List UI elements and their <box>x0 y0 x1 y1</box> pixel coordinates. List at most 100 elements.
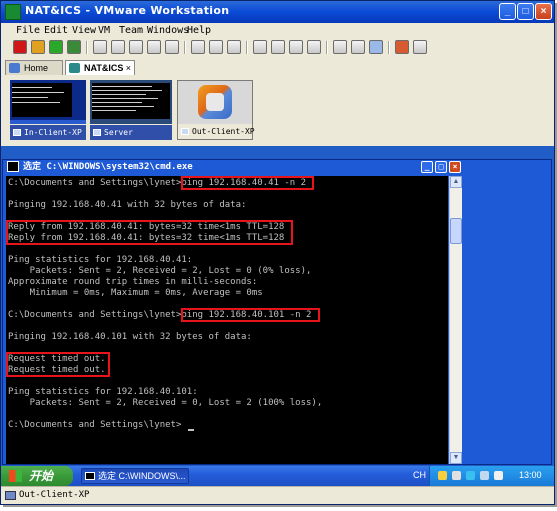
thumbnail-server[interactable]: Server <box>90 80 172 140</box>
cmd-icon <box>7 161 19 172</box>
window-shadow <box>3 505 557 507</box>
team-thumbnails: In-Client-XP Server Out-Client-XP <box>1 76 554 146</box>
menu-edit[interactable]: Edit <box>44 25 68 36</box>
revert-snapshot-icon[interactable] <box>111 40 125 54</box>
team-icon[interactable] <box>165 40 179 54</box>
menu-view[interactable]: View <box>72 25 96 36</box>
tab-home-label: Home <box>24 63 49 73</box>
thumbnail-label: Server <box>104 128 133 137</box>
status-text: Out-Client-XP <box>19 490 90 500</box>
console-output[interactable]: C:\Documents and Settings\lynet>ping 192… <box>6 176 448 464</box>
console-line: Minimum = 0ms, Maximum = 0ms, Average = … <box>8 288 263 298</box>
taskbar-cmd-task[interactable]: 选定 C:\WINDOWS\... <box>81 468 189 484</box>
tab-home[interactable]: Home <box>5 60 63 75</box>
window-title: NAT&ICS - VMware Workstation <box>25 4 230 17</box>
capture-icon[interactable] <box>191 40 205 54</box>
console-line: C:\Documents and Settings\lynet> <box>8 420 182 430</box>
scroll-thumb[interactable] <box>450 218 462 244</box>
cmd-titlebar[interactable]: 选定 C:\WINDOWS\system32\cmd.exe _ □ × <box>3 160 551 175</box>
thumbnail-label: In-Client-XP <box>24 128 82 137</box>
vmware-app-icon <box>5 4 21 20</box>
scroll-up-icon[interactable]: ▲ <box>450 176 462 188</box>
cmd-minimize-button[interactable]: _ <box>421 161 433 173</box>
window-titlebar[interactable]: NAT&ICS - VMware Workstation _ □ × <box>1 1 554 23</box>
thumbnail-view-icon[interactable] <box>369 40 383 54</box>
console-line: Ping statistics for 192.168.40.101: <box>8 387 198 397</box>
snapshot-manager-icon[interactable] <box>129 40 143 54</box>
console-line: Pinging 192.168.40.101 with 32 bytes of … <box>8 332 252 342</box>
menu-vm[interactable]: VM <box>98 25 110 36</box>
thumbnail-in-client-xp[interactable]: In-Client-XP <box>10 80 86 140</box>
vm-console-area[interactable]: 选定 C:\WINDOWS\system32\cmd.exe _ □ × C:\… <box>1 146 554 485</box>
cmd-icon <box>85 472 95 480</box>
tray-volume-icon[interactable] <box>466 471 475 480</box>
console-scrollbar[interactable]: ▲ ▼ <box>449 176 462 464</box>
menu-file[interactable]: File <box>16 25 40 36</box>
cmd-maximize-button[interactable]: □ <box>435 161 447 173</box>
guest-taskbar: 开始 选定 C:\WINDOWS\... CH 13:00 <box>1 466 554 486</box>
close-button[interactable]: × <box>535 3 552 20</box>
cmd-window[interactable]: 选定 C:\WINDOWS\system32\cmd.exe _ □ × C:\… <box>2 159 552 465</box>
tab-nat-ics-label: NAT&ICS <box>84 63 124 73</box>
tray-security-icon[interactable] <box>480 471 489 480</box>
thumbnail-screen <box>178 81 252 125</box>
unity-icon[interactable] <box>307 40 321 54</box>
menu-bar: File Edit View VM Team Windows Help <box>1 23 554 39</box>
cmd-close-button[interactable]: × <box>449 161 461 173</box>
replay-icon[interactable] <box>227 40 241 54</box>
menu-windows[interactable]: Windows <box>147 25 189 36</box>
tray-ime-icon[interactable] <box>452 471 461 480</box>
text-cursor <box>188 429 194 431</box>
console-line: Packets: Sent = 2, Received = 2, Lost = … <box>8 266 312 276</box>
tray-network-icon[interactable] <box>438 471 447 480</box>
full-screen-icon[interactable] <box>289 40 303 54</box>
home-icon <box>9 63 20 73</box>
start-button[interactable]: 开始 <box>1 466 73 486</box>
console-line: Pinging 192.168.40.41 with 32 bytes of d… <box>8 200 247 210</box>
minimize-button[interactable]: _ <box>499 3 516 20</box>
show-sidebar-icon[interactable] <box>253 40 267 54</box>
windows-logo-icon <box>9 470 22 482</box>
console-view-icon[interactable] <box>351 40 365 54</box>
menu-help[interactable]: Help <box>187 25 211 36</box>
console-line: Ping statistics for 192.168.40.41: <box>8 255 193 265</box>
scroll-down-icon[interactable]: ▼ <box>450 452 462 464</box>
thumbnail-screen <box>90 80 172 124</box>
power-off-icon[interactable] <box>13 40 27 54</box>
highlight-timeout-lines <box>6 352 110 377</box>
quick-switch-icon[interactable] <box>271 40 285 54</box>
start-label: 开始 <box>29 469 54 483</box>
vm-icon <box>181 128 189 135</box>
console-line: Packets: Sent = 2, Received = 0, Lost = … <box>8 398 323 408</box>
vmware-window: NAT&ICS - VMware Workstation _ □ × File … <box>0 0 555 505</box>
close-tab-icon[interactable]: × <box>126 61 131 75</box>
highlight-reply-lines <box>6 220 293 245</box>
snapshot-icon[interactable] <box>93 40 107 54</box>
menu-team[interactable]: Team <box>119 25 143 36</box>
tab-bar: Home NAT&ICS × <box>1 58 554 76</box>
thumbnail-screen <box>10 80 86 124</box>
reset-icon[interactable] <box>67 40 81 54</box>
tab-nat-ics[interactable]: NAT&ICS × <box>65 60 135 75</box>
maximize-button[interactable]: □ <box>517 3 534 20</box>
system-tray: 13:00 <box>429 466 554 486</box>
console-line: Approximate round trip times in milli-se… <box>8 277 258 287</box>
record-icon[interactable] <box>209 40 223 54</box>
settings-icon[interactable] <box>413 40 427 54</box>
tray-vmware-tools-icon[interactable] <box>494 471 503 480</box>
vm-status-icon <box>5 491 16 500</box>
thumbnail-label: Out-Client-XP <box>192 127 255 136</box>
power-on-icon[interactable] <box>49 40 63 54</box>
team-tab-icon <box>69 63 80 73</box>
highlight-ping-41-command <box>181 176 314 190</box>
vm-icon <box>13 129 21 136</box>
cmd-title: 选定 C:\WINDOWS\system32\cmd.exe <box>23 162 193 172</box>
help-icon[interactable] <box>395 40 409 54</box>
summary-view-icon[interactable] <box>333 40 347 54</box>
suspend-icon[interactable] <box>31 40 45 54</box>
status-bar: Out-Client-XP <box>1 486 554 504</box>
clone-icon[interactable] <box>147 40 161 54</box>
language-indicator[interactable]: CH <box>413 470 426 480</box>
clock: 13:00 <box>519 470 542 480</box>
thumbnail-out-client-xp[interactable]: Out-Client-XP <box>177 80 255 140</box>
